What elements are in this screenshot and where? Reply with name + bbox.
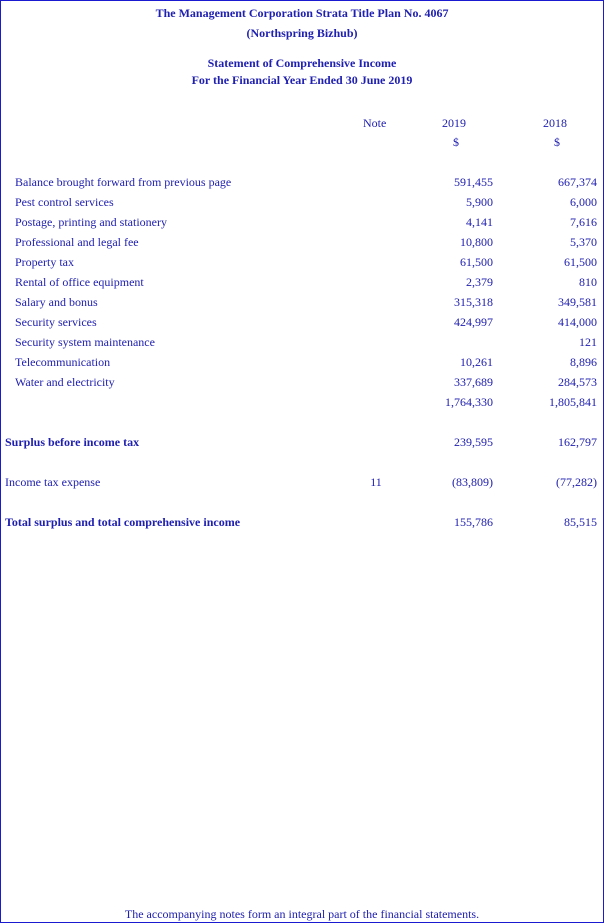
income-tax-2018: (77,282)	[556, 475, 597, 489]
surplus-before-tax-label: Surplus before income tax	[5, 435, 140, 449]
statement-page: The Management Corporation Strata Title …	[0, 0, 604, 923]
row-label: Telecommunication	[15, 355, 111, 369]
table-row: Water and electricity 337,689 284,573	[1, 375, 603, 393]
year-2018-header: 2018	[543, 116, 567, 130]
row-label: Professional and legal fee	[15, 235, 139, 249]
currency-2018: $	[554, 135, 560, 149]
statement-title: Statement of Comprehensive Income	[207, 56, 397, 70]
value-2018: 284,573	[558, 375, 597, 389]
row-label: Salary and bonus	[15, 295, 98, 309]
table-row: Professional and legal fee 10,800 5,370	[1, 235, 603, 253]
row-label: Water and electricity	[15, 375, 115, 389]
value-2018: 5,370	[570, 235, 597, 249]
value-2018: 414,000	[558, 315, 597, 329]
table-row: Balance brought forward from previous pa…	[1, 175, 603, 193]
value-2019: 424,997	[454, 315, 493, 329]
value-2018: 8,896	[570, 355, 597, 369]
table-row: Security system maintenance 121	[1, 335, 603, 353]
income-tax-row: Income tax expense 11 (83,809) (77,282)	[1, 475, 603, 493]
row-label: Postage, printing and stationery	[15, 215, 167, 229]
total-surplus-row: Total surplus and total comprehensive in…	[1, 515, 603, 533]
value-2019: 4,141	[466, 215, 493, 229]
year-2019-header: 2019	[442, 116, 466, 130]
value-2018: 121	[579, 335, 597, 349]
table-row: Pest control services 5,900 6,000	[1, 195, 603, 213]
value-2019: 10,261	[460, 355, 493, 369]
total-2019: 1,764,330	[445, 395, 493, 409]
surplus-before-tax-2018: 162,797	[558, 435, 597, 449]
value-2018: 6,000	[570, 195, 597, 209]
currency-2019: $	[453, 135, 459, 149]
total-2018: 1,805,841	[549, 395, 597, 409]
company-subtitle: (Northspring Bizhub)	[246, 26, 358, 40]
value-2018: 7,616	[570, 215, 597, 229]
row-label: Balance brought forward from previous pa…	[15, 175, 232, 189]
value-2019: 2,379	[466, 275, 493, 289]
surplus-before-tax-row: Surplus before income tax 239,595 162,79…	[1, 435, 603, 453]
value-2018: 61,500	[564, 255, 597, 269]
value-2019: 5,900	[466, 195, 493, 209]
value-2019: 337,689	[454, 375, 493, 389]
value-2018: 810	[579, 275, 597, 289]
table-row: Telecommunication 10,261 8,896	[1, 355, 603, 373]
table-row: Postage, printing and stationery 4,141 7…	[1, 215, 603, 233]
table-row: Salary and bonus 315,318 349,581	[1, 295, 603, 313]
totals-row: 1,764,330 1,805,841	[1, 395, 603, 413]
income-tax-note: 11	[370, 475, 382, 489]
value-2019: 315,318	[454, 295, 493, 309]
income-tax-2019: (83,809)	[452, 475, 493, 489]
row-label: Security services	[15, 315, 97, 329]
surplus-before-tax-2019: 239,595	[454, 435, 493, 449]
row-label: Security system maintenance	[15, 335, 155, 349]
company-name: The Management Corporation Strata Title …	[155, 6, 449, 20]
row-label: Rental of office equipment	[15, 275, 144, 289]
value-2018: 349,581	[558, 295, 597, 309]
total-surplus-2018: 85,515	[564, 515, 597, 529]
total-surplus-label: Total surplus and total comprehensive in…	[5, 515, 241, 529]
total-surplus-2019: 155,786	[454, 515, 493, 529]
table-row: Property tax 61,500 61,500	[1, 255, 603, 273]
value-2018: 667,374	[558, 175, 597, 189]
row-label: Pest control services	[15, 195, 114, 209]
row-label: Property tax	[15, 255, 74, 269]
note-column-header: Note	[363, 116, 387, 130]
income-tax-label: Income tax expense	[5, 475, 101, 489]
value-2019: 61,500	[460, 255, 493, 269]
value-2019: 10,800	[460, 235, 493, 249]
statement-period: For the Financial Year Ended 30 June 201…	[191, 73, 413, 87]
table-row: Rental of office equipment 2,379 810	[1, 275, 603, 293]
table-row: Security services 424,997 414,000	[1, 315, 603, 333]
footer-note: The accompanying notes form an integral …	[124, 907, 480, 921]
value-2019: 591,455	[454, 175, 493, 189]
